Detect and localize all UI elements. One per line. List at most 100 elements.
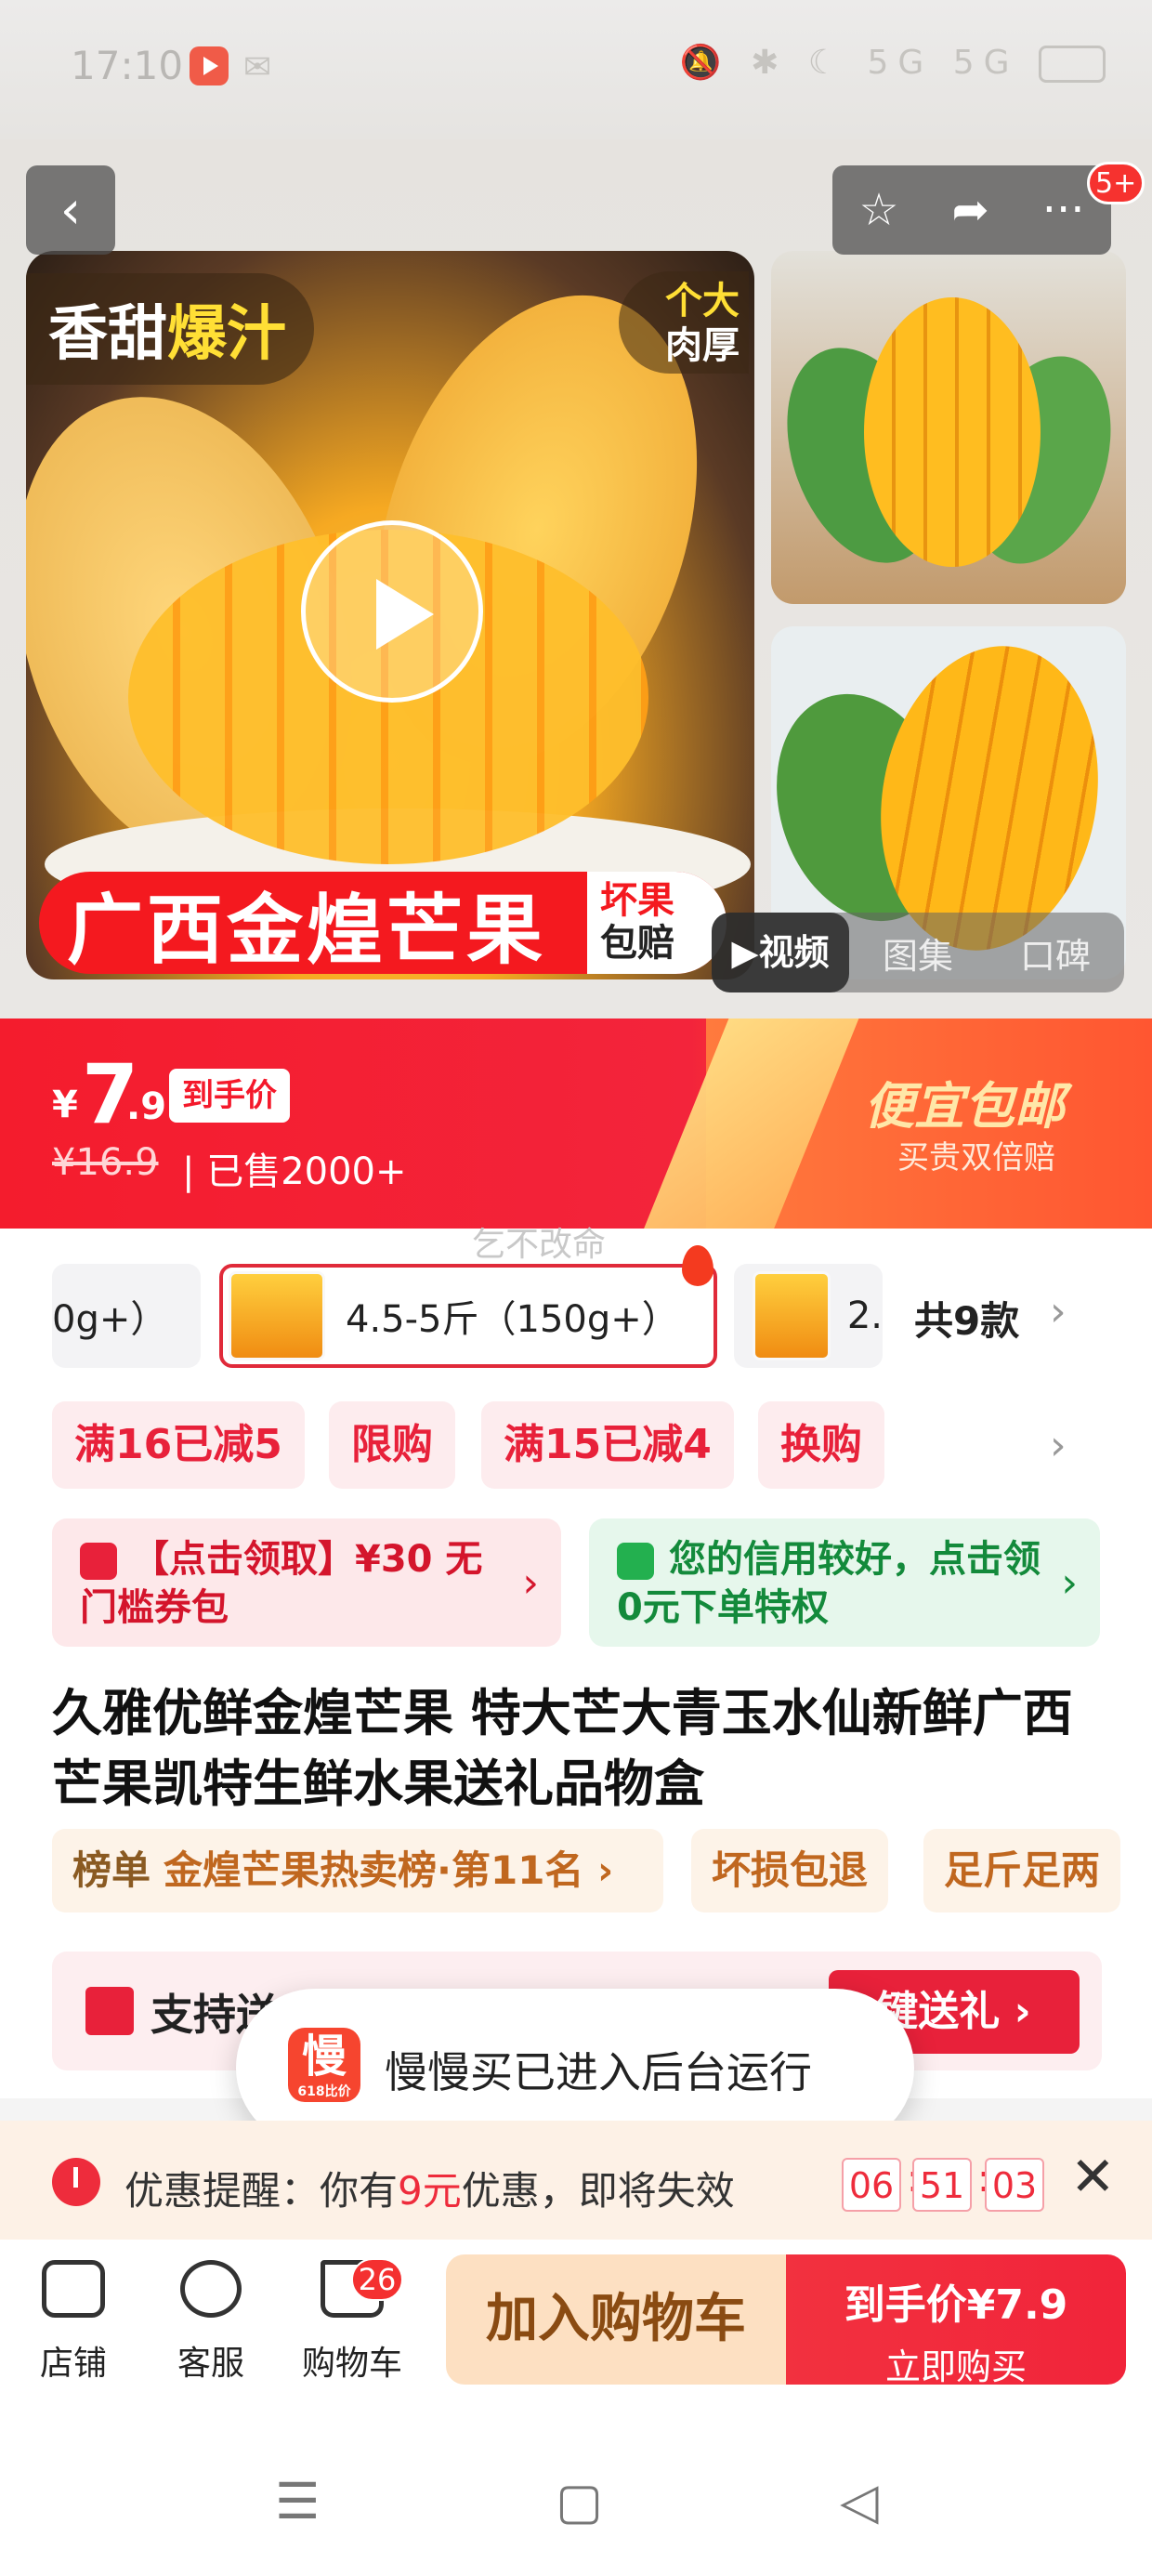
product-page: 17:10 ✉ 🔕 ✱ ☾ 5G 5G 香甜爆汁 个大 肉厚 广西金煌芒果 坏果包… — [0, 0, 1152, 2576]
store-label: 店铺 — [39, 2345, 107, 2383]
countdown-seconds: 03 — [985, 2158, 1044, 2212]
discount-chip[interactable]: 满16已减5 — [52, 1401, 305, 1489]
discount-chip[interactable]: 换购 — [758, 1401, 884, 1489]
coupon-text: 【点击领取】¥30 无门槛券包 — [80, 1538, 483, 1629]
media-tabs: ▶视频 图集 口碑 — [712, 913, 1124, 992]
price-currency: ¥ — [52, 1084, 78, 1126]
banner-side-2: 包赔 — [600, 922, 674, 965]
sold-count: | 已售2000+ — [182, 1150, 407, 1193]
image-tag-sweet: 香甜爆汁 — [26, 273, 314, 385]
sku-option-prev[interactable]: 0g+） — [52, 1264, 201, 1368]
service-label: 客服 — [177, 2345, 244, 2383]
service-tag: 足斤足两 — [923, 1829, 1121, 1912]
reminder-text: 优惠提醒：你有9元优惠，即将失效 — [124, 2160, 735, 2216]
tab-reviews[interactable]: 口碑 — [987, 927, 1124, 979]
promo-title: 便宜包邮 — [864, 1077, 1065, 1136]
status-icons-text: 🔕 ✱ ☾ 5G 5G — [679, 44, 1019, 82]
status-icons: 🔕 ✱ ☾ 5G 5G — [680, 43, 1106, 83]
customer-service-button[interactable]: 客服 — [151, 2260, 271, 2385]
ranking-tag[interactable]: 榜单 金煌芒果热卖榜·第11名 › — [52, 1829, 663, 1912]
toast-icon-subtext: 618比价 — [297, 2084, 351, 2099]
gallery-thumbnail-1[interactable] — [771, 251, 1126, 604]
banner-guarantee: 坏果 包赔 — [587, 872, 727, 974]
chevron-right-icon[interactable]: › — [1050, 1422, 1067, 1469]
gift-icon — [85, 1987, 134, 2035]
cart-count-badge: 26 — [351, 2258, 403, 2301]
banner-text: 广西金煌芒果 — [67, 886, 547, 975]
main-product-image[interactable]: 香甜爆汁 个大 肉厚 广西金煌芒果 坏果 包赔 — [26, 251, 754, 979]
ranking-label: 榜单 — [72, 1847, 151, 1893]
add-to-cart-button[interactable]: 加入购物车 — [446, 2254, 786, 2385]
wechat-icon: ✉ — [243, 48, 272, 86]
watermark: 乞不改命 — [472, 1226, 607, 1264]
hot-fire-icon — [682, 1245, 713, 1286]
recent-apps-icon[interactable]: ☰ — [275, 2472, 320, 2530]
sku-thumbnail — [753, 1271, 831, 1360]
credit-text: 您的信用较好，点击领0元下单特权 — [617, 1538, 1041, 1629]
chevron-right-icon: › — [1061, 1559, 1078, 1607]
reminder-suffix: 优惠，即将失效 — [461, 2168, 735, 2214]
product-title: 久雅优鲜金煌芒果 特大芒大青玉水仙新鲜广西芒果凯特生鲜水果送礼品物盒 — [52, 1684, 1073, 1813]
sku-option-selected[interactable]: 4.5-5斤（150g+） — [219, 1264, 717, 1368]
countdown-minutes: 51 — [912, 2158, 972, 2212]
buy-label: 立即购买 — [884, 2346, 1027, 2387]
image-banner: 广西金煌芒果 坏果 包赔 — [39, 872, 727, 975]
status-bar: 17:10 ✉ 🔕 ✱ ☾ 5G 5G — [0, 0, 1152, 139]
notification-badge: 5+ — [1087, 162, 1145, 204]
sku-option-label: 4.5-5斤（150g+） — [346, 1298, 679, 1341]
battery-icon — [1039, 46, 1106, 83]
store-button[interactable]: 店铺 — [13, 2260, 134, 2385]
cart-label: 购物车 — [301, 2345, 402, 2383]
share-icon[interactable]: ➦ — [952, 184, 989, 236]
original-price: ¥16.9 — [52, 1141, 159, 1184]
video-app-icon — [190, 46, 229, 85]
tab-gallery[interactable]: 图集 — [849, 927, 987, 979]
sku-option-label: 2. — [846, 1295, 883, 1337]
banner-side-1: 坏果 — [600, 879, 674, 922]
favorite-star-icon[interactable]: ☆ — [858, 184, 898, 236]
discount-chip[interactable]: 限购 — [329, 1401, 455, 1489]
toast-message: 慢慢买已进入后台运行 — [385, 2047, 812, 2097]
more-icon[interactable]: ··· — [1042, 184, 1085, 236]
coupon-pack-banner[interactable]: 【点击领取】¥30 无门槛券包 › — [52, 1518, 561, 1647]
buy-now-button[interactable]: 到手价¥7.9 立即购买 — [786, 2254, 1126, 2387]
promo-subtitle: 买贵双倍赔 — [897, 1139, 1055, 1176]
reminder-prefix: 优惠提醒：你有 — [124, 2168, 399, 2214]
buy-price: 到手价¥7.9 — [844, 2281, 1068, 2329]
corner-tag-1: 个大 — [665, 280, 740, 322]
chat-face-icon — [180, 2260, 242, 2318]
ranking-text: 金煌芒果热卖榜·第11名 › — [164, 1847, 614, 1893]
countdown-hours: 06 — [842, 2158, 901, 2212]
sku-option-label: 0g+） — [52, 1298, 168, 1341]
home-icon[interactable]: ▢ — [556, 2472, 603, 2530]
corner-tag-2: 肉厚 — [665, 324, 740, 367]
final-price-tag: 到手价 — [169, 1069, 290, 1123]
price-bar: ¥ 7 .9 到手价 ¥16.9 | 已售2000+ 便宜包邮 买贵双倍赔 — [0, 1019, 1152, 1229]
bottom-action-bar: 店铺 客服 购物车 26 加入购物车 到手价¥7.9 立即购买 — [0, 2240, 1152, 2407]
top-actions: ☆ ➦ ··· — [832, 165, 1111, 255]
reminder-amount: 9元 — [398, 2168, 462, 2214]
tag-white: 香甜 — [48, 300, 167, 369]
store-icon — [42, 2260, 105, 2318]
back-nav-icon[interactable]: ◁ — [840, 2472, 879, 2530]
image-tag-big: 个大 肉厚 — [619, 271, 749, 374]
discount-reminder: 优惠提醒：你有9元优惠，即将失效 06 : 51 : 03 ✕ — [0, 2121, 1152, 2240]
service-tag: 坏损包退 — [691, 1829, 889, 1912]
sku-count[interactable]: 共9款 — [914, 1290, 1019, 1347]
sku-option-next[interactable]: 2. — [734, 1264, 883, 1368]
status-time: 17:10 — [71, 43, 184, 88]
tag-yellow: 爆汁 — [167, 300, 286, 369]
play-video-icon[interactable] — [301, 520, 483, 703]
chevron-right-icon: › — [522, 1559, 539, 1607]
chevron-right-icon[interactable]: › — [1050, 1288, 1067, 1335]
back-button[interactable]: ‹ — [26, 165, 115, 255]
toast-icon-text: 慢 — [301, 2031, 347, 2083]
discount-chip[interactable]: 满15已减4 — [481, 1401, 734, 1489]
price-decimal: .9 — [126, 1085, 167, 1128]
close-icon[interactable]: ✕ — [1070, 2145, 1116, 2208]
sku-thumbnail — [229, 1271, 325, 1360]
back-icon: ‹ — [59, 179, 82, 241]
credit-privilege-banner[interactable]: 您的信用较好，点击领0元下单特权 › — [589, 1518, 1100, 1647]
tab-video[interactable]: ▶视频 — [712, 913, 849, 992]
manmanmai-app-icon: 慢 618比价 — [288, 2028, 360, 2102]
